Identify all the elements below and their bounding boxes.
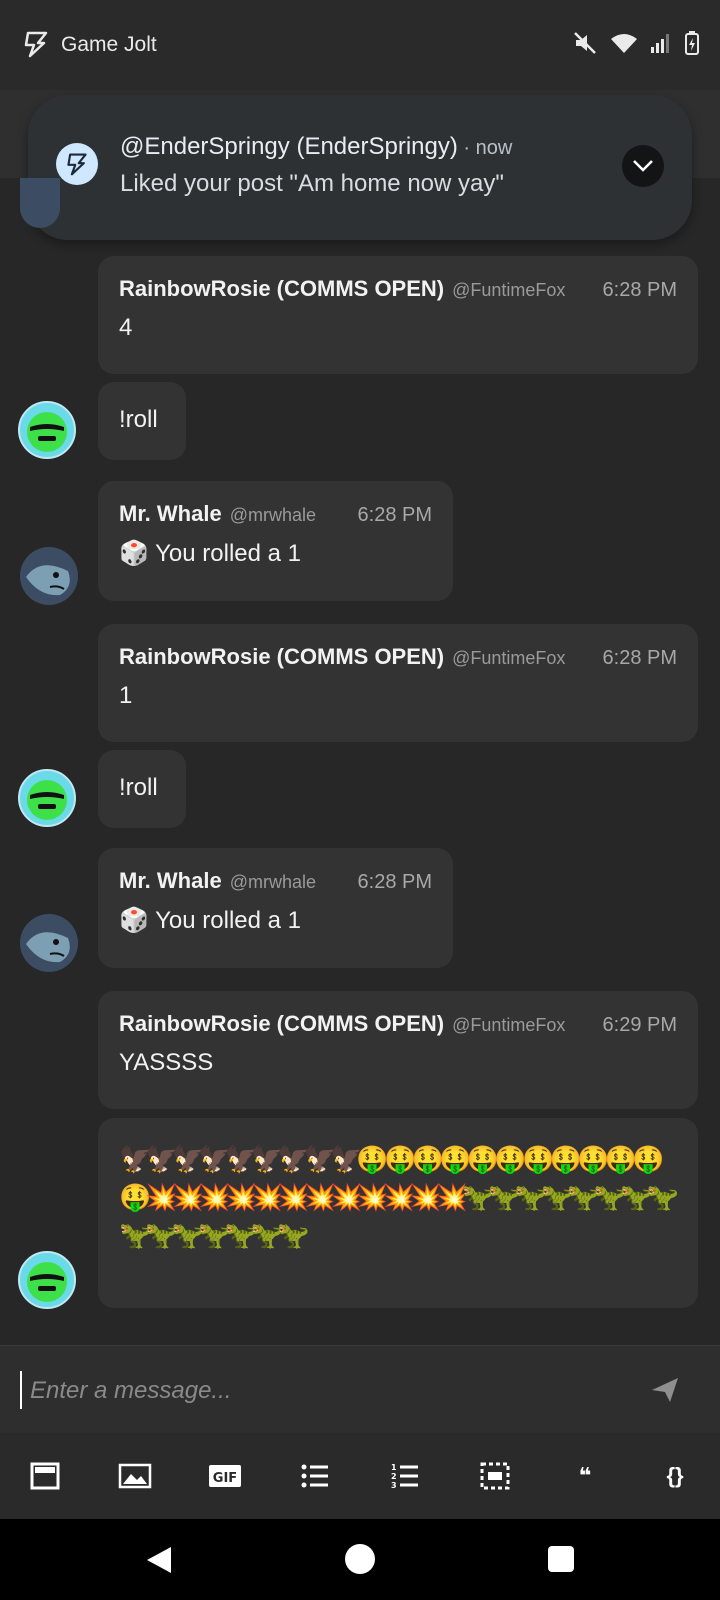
message-text: 🎲 You rolled a 1 (119, 906, 432, 935)
game-jolt-notification-icon (56, 143, 98, 185)
roll-result: You rolled a 1 (155, 540, 302, 567)
message-time: 6:28 PM (602, 647, 677, 669)
author-handle[interactable]: @FuntimeFox (452, 1015, 565, 1036)
author-handle[interactable]: @mrwhale (230, 505, 316, 526)
dice-icon: 🎲 (119, 907, 149, 934)
message-text: 1 (119, 682, 133, 709)
svg-text:1: 1 (391, 1463, 397, 1472)
message-header: Mr. Whale @mrwhale 6:28 PM (119, 501, 432, 527)
author-handle[interactable]: @FuntimeFox (452, 280, 565, 301)
message-header: RainbowRosie (COMMS OPEN) @FuntimeFox 6:… (119, 1011, 677, 1037)
message-bubble[interactable]: !roll (98, 750, 186, 828)
spoiler-icon[interactable] (475, 1456, 515, 1496)
send-button[interactable] (650, 1376, 680, 1409)
message-text: 🎲 You rolled a 1 (119, 539, 432, 568)
chevron-down-icon (633, 160, 653, 172)
message-input[interactable] (28, 1370, 592, 1412)
notification-expand-button[interactable] (622, 145, 664, 187)
dice-icon: 🎲 (119, 540, 149, 567)
notification-body: Liked your post "Am home now yay" (120, 170, 504, 197)
signal-icon (650, 32, 672, 59)
battery-icon (684, 30, 700, 61)
quote-icon[interactable]: ❝ (565, 1456, 605, 1496)
message-header: Mr. Whale @mrwhale 6:28 PM (119, 868, 432, 894)
status-icons (572, 30, 700, 61)
message-text: !roll (119, 406, 158, 433)
message-text: !roll (119, 774, 158, 801)
svg-text:2: 2 (391, 1472, 397, 1481)
author-name[interactable]: RainbowRosie (COMMS OPEN) (119, 644, 444, 670)
author-name[interactable]: Mr. Whale (119, 501, 222, 527)
avatar[interactable] (18, 1251, 76, 1309)
author-handle[interactable]: @mrwhale (230, 872, 316, 893)
message-text: 4 (119, 314, 133, 341)
text-cursor (20, 1371, 22, 1409)
notification-title: @EnderSpringy (EnderSpringy) · now (120, 133, 512, 161)
avatar[interactable] (18, 401, 76, 459)
formatting-toolbar: GIF 123 ❝ {} (0, 1433, 720, 1519)
game-jolt-logo-icon (22, 30, 50, 63)
status-bar: Game Jolt (0, 0, 720, 90)
message-time: 6:28 PM (357, 871, 432, 893)
svg-text:3: 3 (391, 1481, 397, 1490)
emoji-message-text: 🦅🦅🦅🦅🦅🦅🦅🦅🦅🤑 🤑 🤑 🤑 🤑 🤑 🤑 🤑 🤑 🤑 🤑 🤑💥💥💥💥💥💥💥💥… (119, 1144, 679, 1250)
message-composer (0, 1345, 720, 1434)
author-name[interactable]: Mr. Whale (119, 868, 222, 894)
svg-text:GIF: GIF (213, 1471, 237, 1486)
bulleted-list-icon[interactable] (295, 1456, 335, 1496)
home-button[interactable] (345, 1544, 375, 1574)
author-name[interactable]: RainbowRosie (COMMS OPEN) (119, 276, 444, 302)
status-app-name: Game Jolt (61, 33, 157, 56)
mute-icon (572, 30, 598, 61)
message-time: 6:29 PM (602, 1014, 677, 1036)
author-name[interactable]: RainbowRosie (COMMS OPEN) (119, 1011, 444, 1037)
message-bubble[interactable]: !roll (98, 382, 186, 460)
notification-time: now (475, 137, 513, 159)
message-bubble[interactable]: 🦅🦅🦅🦅🦅🦅🦅🦅🦅🤑 🤑 🤑 🤑 🤑 🤑 🤑 🤑 🤑 🤑 🤑 🤑💥💥💥💥💥💥💥💥… (98, 1118, 698, 1308)
avatar[interactable] (20, 178, 60, 228)
message-bubble[interactable]: Mr. Whale @mrwhale 6:28 PM 🎲 You rolled … (98, 481, 453, 601)
avatar[interactable] (20, 547, 78, 605)
notification-separator: · (457, 137, 476, 159)
avatar[interactable] (18, 769, 76, 827)
recents-button[interactable] (548, 1546, 574, 1572)
roll-result: You rolled a 1 (155, 907, 302, 934)
message-bubble[interactable]: RainbowRosie (COMMS OPEN) @FuntimeFox 6:… (98, 991, 698, 1109)
back-icon (147, 1547, 171, 1573)
message-bubble[interactable]: Mr. Whale @mrwhale 6:28 PM 🎲 You rolled … (98, 848, 453, 968)
numbered-list-icon[interactable]: 123 (385, 1456, 425, 1496)
message-time: 6:28 PM (357, 504, 432, 526)
message-bubble[interactable]: RainbowRosie (COMMS OPEN) @FuntimeFox 6:… (98, 256, 698, 374)
message-time: 6:28 PM (602, 279, 677, 301)
message-header: RainbowRosie (COMMS OPEN) @FuntimeFox 6:… (119, 276, 677, 302)
author-handle[interactable]: @FuntimeFox (452, 648, 565, 669)
back-button[interactable] (145, 1545, 173, 1580)
message-bubble[interactable]: RainbowRosie (COMMS OPEN) @FuntimeFox 6:… (98, 624, 698, 742)
embed-icon[interactable] (25, 1456, 65, 1496)
message-text: YASSSS (119, 1049, 214, 1076)
gif-icon[interactable]: GIF (205, 1456, 245, 1496)
wifi-icon (610, 31, 638, 60)
image-icon[interactable] (115, 1456, 155, 1496)
notification-banner[interactable]: @EnderSpringy (EnderSpringy) · now Liked… (28, 95, 692, 240)
system-navigation-bar (0, 1519, 720, 1600)
avatar[interactable] (20, 914, 78, 972)
notification-user: @EnderSpringy (EnderSpringy) (120, 133, 458, 160)
code-icon[interactable]: {} (655, 1456, 695, 1496)
send-icon (652, 1378, 678, 1402)
message-header: RainbowRosie (COMMS OPEN) @FuntimeFox 6:… (119, 644, 677, 670)
